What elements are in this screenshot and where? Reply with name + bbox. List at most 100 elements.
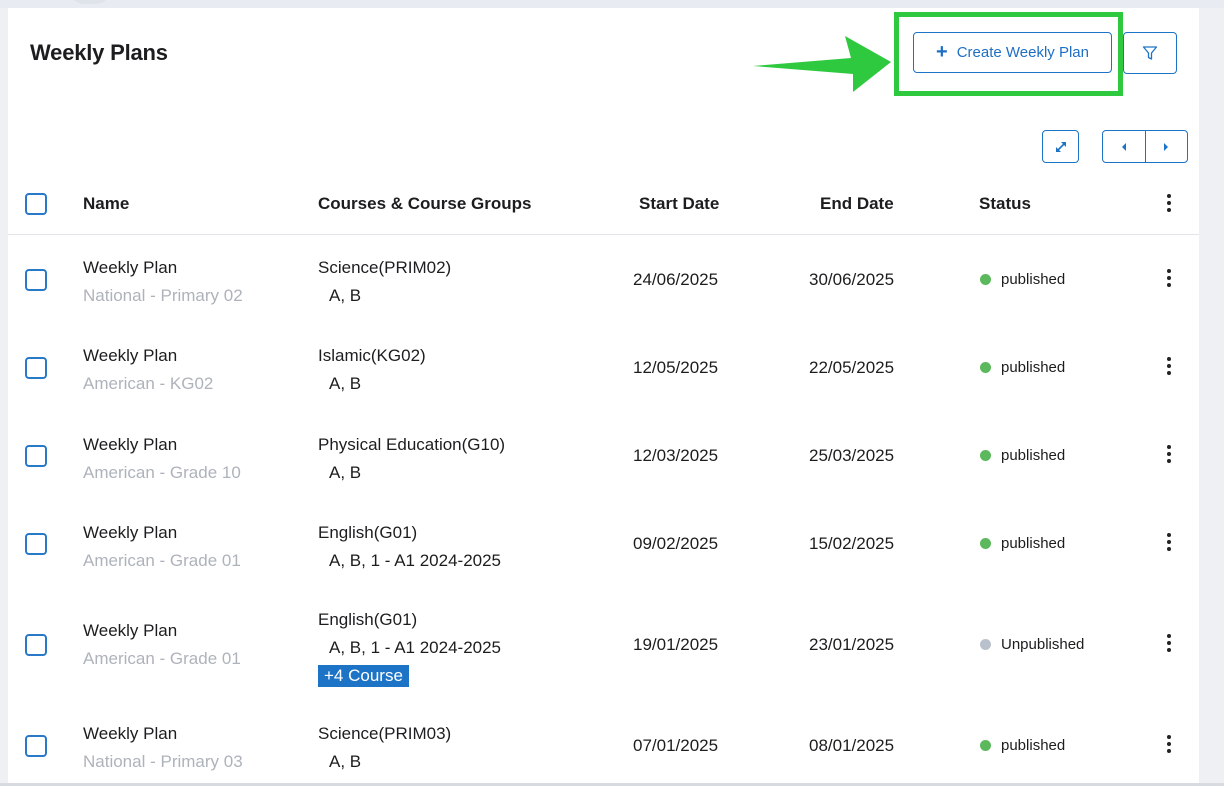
column-header-start-date[interactable]: Start Date bbox=[639, 194, 719, 214]
course-groups: A, B bbox=[329, 286, 362, 305]
page-title: Weekly Plans bbox=[30, 40, 168, 65]
end-date: 30/06/2025 bbox=[809, 270, 895, 289]
status-badge: published bbox=[980, 535, 1065, 552]
top-tab-edge bbox=[70, 0, 110, 4]
status-dot-icon bbox=[980, 450, 991, 461]
course-groups: A, B bbox=[329, 374, 362, 393]
select-all-checkbox[interactable] bbox=[25, 193, 47, 215]
row-kebab-menu-icon[interactable] bbox=[1159, 354, 1179, 378]
course-name: Science(PRIM02) bbox=[318, 258, 452, 277]
plan-name[interactable]: Weekly Plan bbox=[83, 431, 241, 459]
start-date: 12/03/2025 bbox=[633, 446, 719, 465]
row-checkbox[interactable] bbox=[25, 269, 47, 291]
plan-subtitle: American - Grade 10 bbox=[83, 463, 241, 482]
table-row-courses: Physical Education(G10) A, B bbox=[318, 431, 505, 487]
course-name: Physical Education(G10) bbox=[318, 435, 506, 454]
previous-page-button[interactable] bbox=[1103, 131, 1145, 162]
row-checkbox[interactable] bbox=[25, 634, 47, 656]
table-row-name: Weekly Plan National - Primary 03 bbox=[83, 720, 243, 776]
end-date: 23/01/2025 bbox=[809, 635, 895, 654]
status-badge: published bbox=[980, 359, 1065, 376]
row-checkbox[interactable] bbox=[25, 533, 47, 555]
plan-name[interactable]: Weekly Plan bbox=[83, 254, 243, 282]
plus-icon: + bbox=[936, 40, 948, 63]
column-header-name[interactable]: Name bbox=[83, 194, 129, 214]
course-groups: A, B, 1 - A1 2024-2025 bbox=[329, 638, 502, 657]
row-kebab-menu-icon[interactable] bbox=[1159, 631, 1179, 655]
plan-name[interactable]: Weekly Plan bbox=[83, 617, 241, 645]
start-date: 19/01/2025 bbox=[633, 635, 719, 654]
plan-subtitle: American - Grade 01 bbox=[83, 649, 241, 668]
status-text: published bbox=[1001, 271, 1066, 288]
course-name: Science(PRIM03) bbox=[318, 724, 452, 743]
caret-left-icon bbox=[1121, 142, 1126, 151]
start-date: 12/05/2025 bbox=[633, 358, 719, 377]
column-header-courses[interactable]: Courses & Course Groups bbox=[318, 194, 532, 214]
course-groups: A, B, 1 - A1 2024-2025 bbox=[329, 551, 502, 570]
next-page-button[interactable] bbox=[1144, 131, 1188, 162]
pointer-arrow-icon bbox=[753, 36, 891, 92]
status-text: published bbox=[1001, 535, 1066, 552]
table-row-courses: Science(PRIM03) A, B bbox=[318, 720, 451, 776]
status-dot-icon bbox=[980, 274, 991, 285]
plan-subtitle: National - Primary 02 bbox=[83, 286, 243, 305]
plan-subtitle: American - Grade 01 bbox=[83, 551, 241, 570]
table-row-name: Weekly Plan American - Grade 01 bbox=[83, 519, 241, 575]
filter-button[interactable] bbox=[1123, 32, 1177, 74]
header-divider bbox=[8, 234, 1199, 235]
table-row-name: Weekly Plan National - Primary 02 bbox=[83, 254, 243, 310]
course-name: Islamic(KG02) bbox=[318, 346, 426, 365]
caret-right-icon bbox=[1164, 142, 1169, 151]
table-row-courses: Science(PRIM02) A, B bbox=[318, 254, 451, 310]
status-badge: published bbox=[980, 271, 1065, 288]
course-groups: A, B bbox=[329, 752, 362, 771]
course-groups: A, B bbox=[329, 463, 362, 482]
weekly-plans-card: Weekly Plans + Create Weekly Plan Name C… bbox=[8, 8, 1199, 786]
status-dot-icon bbox=[980, 362, 991, 373]
row-kebab-menu-icon[interactable] bbox=[1159, 266, 1179, 290]
status-text: published bbox=[1001, 737, 1066, 754]
start-date: 07/01/2025 bbox=[633, 736, 719, 755]
end-date: 25/03/2025 bbox=[809, 446, 895, 465]
start-date: 09/02/2025 bbox=[633, 534, 719, 553]
course-name: English(G01) bbox=[318, 523, 418, 542]
row-checkbox[interactable] bbox=[25, 735, 47, 757]
end-date: 08/01/2025 bbox=[809, 736, 895, 755]
row-kebab-menu-icon[interactable] bbox=[1159, 732, 1179, 756]
start-date: 24/06/2025 bbox=[633, 270, 719, 289]
course-name: English(G01) bbox=[318, 610, 418, 629]
table-row-name: Weekly Plan American - Grade 01 bbox=[83, 617, 241, 673]
row-checkbox[interactable] bbox=[25, 445, 47, 467]
plan-name[interactable]: Weekly Plan bbox=[83, 720, 243, 748]
status-badge: published bbox=[980, 737, 1065, 754]
plan-subtitle: American - KG02 bbox=[83, 374, 214, 393]
filter-icon bbox=[1142, 46, 1158, 60]
create-weekly-plan-button[interactable]: + Create Weekly Plan bbox=[913, 32, 1112, 73]
column-header-status[interactable]: Status bbox=[979, 194, 1031, 214]
status-text: Unpublished bbox=[1001, 636, 1085, 653]
plan-subtitle: National - Primary 03 bbox=[83, 752, 243, 771]
status-dot-icon bbox=[980, 538, 991, 549]
row-kebab-menu-icon[interactable] bbox=[1159, 530, 1179, 554]
table-row-name: Weekly Plan American - KG02 bbox=[83, 342, 213, 398]
table-row-courses: English(G01) A, B, 1 - A1 2024-2025 bbox=[318, 519, 501, 575]
table-row-courses: Islamic(KG02) A, B bbox=[318, 342, 426, 398]
column-header-end-date[interactable]: End Date bbox=[820, 194, 894, 214]
plan-name[interactable]: Weekly Plan bbox=[83, 342, 213, 370]
status-badge: Unpublished bbox=[980, 636, 1084, 653]
row-checkbox[interactable] bbox=[25, 357, 47, 379]
expand-icon bbox=[1055, 141, 1066, 152]
expand-button[interactable] bbox=[1042, 130, 1079, 163]
status-dot-icon bbox=[980, 639, 991, 650]
status-text: published bbox=[1001, 447, 1066, 464]
create-weekly-plan-label: Create Weekly Plan bbox=[956, 44, 1089, 61]
end-date: 15/02/2025 bbox=[809, 534, 895, 553]
plan-name[interactable]: Weekly Plan bbox=[83, 519, 241, 547]
kebab-menu-icon[interactable] bbox=[1159, 191, 1179, 215]
table-row-courses: English(G01) A, B, 1 - A1 2024-2025 +4 C… bbox=[318, 606, 501, 690]
top-strip bbox=[0, 0, 1224, 8]
more-courses-badge[interactable]: +4 Course bbox=[318, 665, 409, 687]
status-badge: published bbox=[980, 447, 1065, 464]
row-kebab-menu-icon[interactable] bbox=[1159, 442, 1179, 466]
pagination-controls bbox=[1102, 130, 1188, 163]
